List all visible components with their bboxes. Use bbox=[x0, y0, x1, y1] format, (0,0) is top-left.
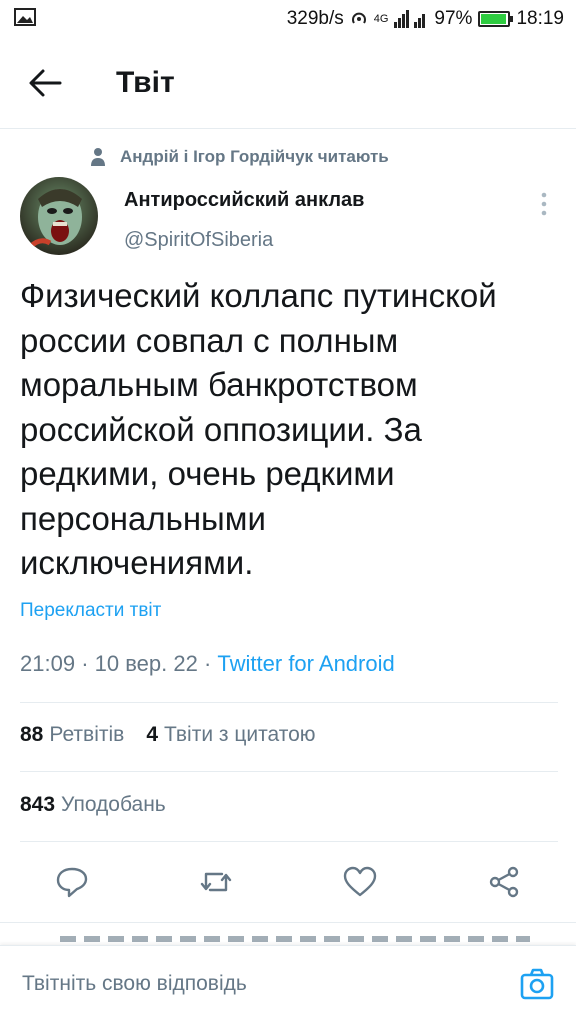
battery-percent: 97% bbox=[434, 8, 473, 29]
tweet-text-line: моральным банкротством bbox=[20, 366, 418, 403]
retweets-count[interactable]: 88 bbox=[20, 723, 43, 747]
share-icon[interactable] bbox=[486, 864, 522, 900]
tweet-text-line: Физический коллапс путинской bbox=[20, 277, 497, 314]
next-tweet-preview bbox=[60, 932, 530, 942]
tweet-text-line: персональными bbox=[20, 499, 266, 537]
battery-icon bbox=[478, 11, 514, 27]
divider bbox=[20, 841, 558, 842]
tweet-time: 21:09 bbox=[20, 651, 76, 676]
tweet-source-link[interactable]: Twitter for Android bbox=[217, 651, 394, 676]
likes-label[interactable]: Уподобань bbox=[61, 793, 166, 817]
reply-icon[interactable] bbox=[54, 864, 90, 900]
header: Твіт bbox=[0, 38, 576, 129]
tweet-text-line: редкими, очень редкими bbox=[20, 455, 395, 492]
signal-icon bbox=[394, 10, 426, 28]
reply-bar: Твітніть свою відповідь bbox=[0, 945, 576, 1025]
tweet-meta: 21:09 · 10 вер. 22 · Twitter for Android bbox=[20, 651, 395, 677]
author-name[interactable]: Антироссийский анклав bbox=[124, 189, 364, 212]
retweet-stats: 88 Ретвітів 4 Твіти з цитатою bbox=[20, 723, 316, 747]
retweets-label[interactable]: Ретвітів bbox=[49, 723, 124, 747]
quotes-count[interactable]: 4 bbox=[146, 723, 158, 747]
divider bbox=[20, 702, 558, 703]
action-bar bbox=[0, 852, 576, 912]
back-arrow-icon[interactable] bbox=[28, 68, 62, 98]
like-icon[interactable] bbox=[342, 864, 378, 900]
network-type: 4G bbox=[373, 13, 389, 25]
quotes-label[interactable]: Твіти з цитатою bbox=[164, 723, 316, 747]
meta-separator: · bbox=[81, 651, 95, 676]
status-bar: 329b/s 4G 97% 18:19 bbox=[0, 0, 576, 38]
like-stats: 843 Уподобань bbox=[20, 793, 166, 817]
likes-count[interactable]: 843 bbox=[20, 793, 55, 817]
camera-icon[interactable] bbox=[520, 968, 554, 1000]
image-notification-icon bbox=[14, 8, 36, 26]
divider bbox=[20, 771, 558, 772]
social-context-text: Андрій і Ігор Гордійчук читають bbox=[120, 147, 389, 166]
tweet-text: Физический коллапс путинской россии совп… bbox=[20, 274, 560, 586]
translate-tweet-link[interactable]: Перекласти твіт bbox=[20, 600, 161, 622]
clock: 18:19 bbox=[516, 8, 564, 29]
author-handle[interactable]: @SpiritOfSiberia bbox=[124, 229, 273, 252]
person-icon bbox=[91, 148, 105, 166]
retweet-icon[interactable] bbox=[198, 864, 234, 900]
tweet-text-line: россии совпал с полным bbox=[20, 321, 399, 359]
tweet-text-line: российской оппозиции. За bbox=[20, 410, 422, 448]
meta-separator: · bbox=[203, 651, 218, 676]
author-avatar[interactable] bbox=[20, 177, 98, 255]
more-options-icon[interactable] bbox=[532, 190, 556, 218]
social-context[interactable]: Андрій і Ігор Гордійчук читають bbox=[90, 144, 389, 170]
tweet-date: 10 вер. 22 bbox=[94, 651, 198, 676]
hotspot-icon bbox=[351, 12, 366, 24]
tweet-text-line: исключениями. bbox=[20, 544, 254, 581]
reply-input[interactable]: Твітніть свою відповідь bbox=[22, 972, 247, 996]
avatar-image bbox=[20, 177, 98, 255]
network-speed: 329b/s bbox=[286, 8, 344, 29]
page-title: Твіт bbox=[116, 66, 175, 99]
divider bbox=[0, 922, 576, 923]
